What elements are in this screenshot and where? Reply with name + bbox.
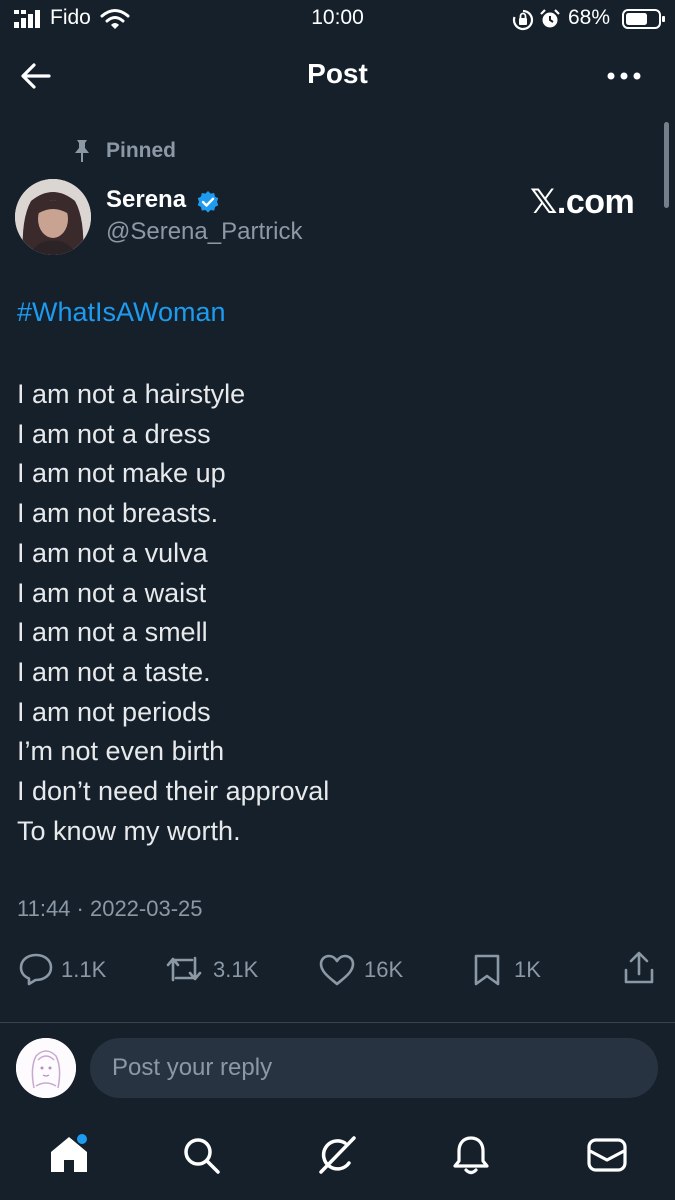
author-avatar[interactable] <box>15 179 91 255</box>
post-line: I am not breasts. <box>17 498 219 529</box>
author-handle[interactable]: @Serena_Partrick <box>106 218 302 246</box>
pinned-label: Pinned <box>106 139 177 162</box>
post-line: I am not make up <box>17 458 226 489</box>
post-line: I’m not even birth <box>17 736 225 767</box>
bookmark-icon[interactable] <box>472 953 502 987</box>
like-icon[interactable] <box>318 953 356 987</box>
orientation-lock-icon <box>512 9 534 31</box>
post-timestamp[interactable]: 11:44 · 2022-03-25 <box>17 896 203 922</box>
bookmark-count: 1K <box>514 957 541 982</box>
pin-icon <box>72 138 92 164</box>
alarm-icon <box>539 8 561 30</box>
reply-placeholder: Post your reply <box>112 1054 273 1081</box>
verified-badge-icon <box>196 190 220 214</box>
battery-icon <box>622 8 666 30</box>
author-display-name[interactable]: Serena <box>106 186 186 214</box>
status-bar: Fido 10:00 68% <box>0 0 675 40</box>
reply-icon[interactable] <box>18 952 54 986</box>
scrollbar[interactable] <box>664 122 669 208</box>
post-line: To know my worth. <box>17 815 241 846</box>
post-line: I am not periods <box>17 696 211 727</box>
hashtag-link[interactable]: #WhatIsAWoman <box>17 297 226 328</box>
home-icon[interactable] <box>48 1133 90 1175</box>
battery-percentage: 68% <box>568 6 611 29</box>
more-options-icon[interactable] <box>606 70 642 82</box>
repost-count: 3.1K <box>213 957 259 982</box>
reply-count: 1.1K <box>61 957 107 982</box>
post-line: I don’t need their approval <box>17 776 330 807</box>
search-icon[interactable] <box>182 1136 222 1176</box>
post-line: I am not a dress <box>17 418 211 449</box>
grok-icon[interactable] <box>316 1134 358 1176</box>
post-text: I am not a hairstyle I am not a dress I … <box>17 375 329 851</box>
post-line: I am not a vulva <box>17 537 208 568</box>
post-line: I am not a waist <box>17 577 207 608</box>
share-icon[interactable] <box>622 950 656 986</box>
post-line: I am not a smell <box>17 617 208 648</box>
user-avatar[interactable] <box>16 1038 76 1098</box>
page-title: Post <box>307 58 368 89</box>
x-com-watermark: 𝕏.com <box>530 183 635 221</box>
messages-icon[interactable] <box>586 1136 628 1174</box>
post-line: I am not a hairstyle <box>17 379 246 409</box>
repost-icon[interactable] <box>164 952 204 986</box>
like-count: 16K <box>364 957 404 982</box>
notifications-icon[interactable] <box>451 1134 491 1176</box>
divider <box>0 1022 675 1023</box>
post-line: I am not a taste. <box>17 656 211 687</box>
